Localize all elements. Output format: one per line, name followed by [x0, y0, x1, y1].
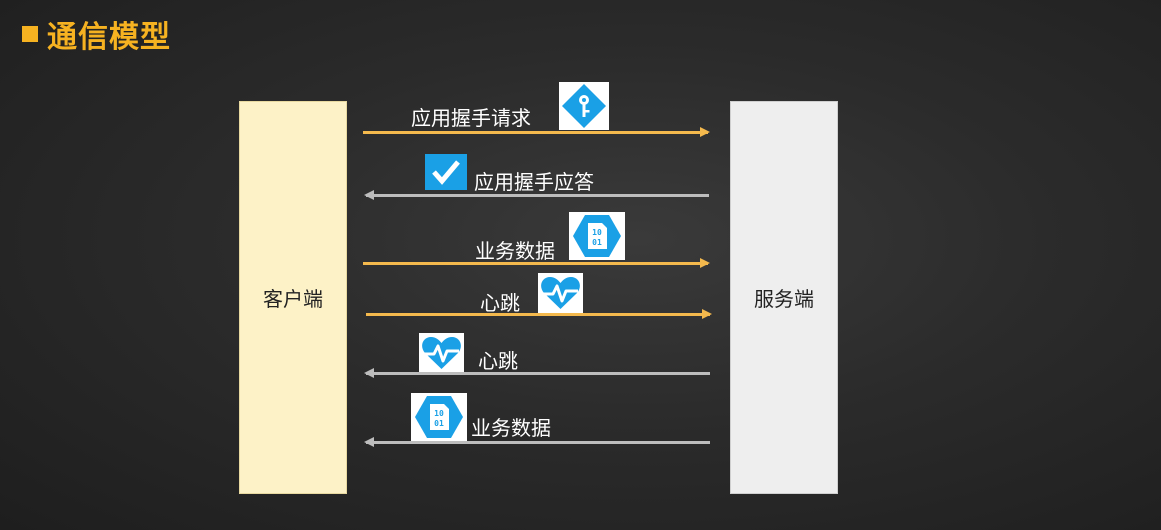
svg-text:10: 10 [434, 409, 444, 418]
binary-data-icon: 10 01 [411, 393, 467, 441]
title-bullet [22, 26, 38, 42]
arrow-heartbeat-request [366, 309, 712, 319]
message-label-handshake-request: 应用握手请求 [411, 106, 531, 130]
checkmark-icon [425, 154, 467, 190]
svg-text:01: 01 [434, 419, 444, 428]
svg-text:01: 01 [592, 238, 602, 247]
message-label-business-data: 业务数据 [475, 239, 555, 263]
message-label-heartbeat-response: 心跳 [478, 349, 518, 373]
message-label-heartbeat-request: 心跳 [480, 291, 520, 315]
client-box: 客户端 [239, 101, 347, 494]
key-icon [559, 82, 609, 130]
slide-title: 通信模型 [22, 12, 171, 56]
svg-text:10: 10 [592, 228, 602, 237]
arrow-business-data-request [363, 258, 710, 268]
binary-data-icon: 10 01 [569, 212, 625, 260]
message-label-business-data-response: 业务数据 [471, 416, 551, 440]
arrow-handshake-response [364, 190, 709, 200]
arrow-handshake-request [363, 127, 710, 137]
arrow-business-data-response [364, 437, 710, 447]
arrow-heartbeat-response [364, 368, 710, 378]
message-label-handshake-response: 应用握手应答 [474, 170, 594, 194]
title-text: 通信模型 [47, 20, 171, 55]
heartbeat-icon [538, 273, 583, 313]
server-box: 服务端 [730, 101, 838, 494]
heartbeat-icon [419, 333, 464, 373]
